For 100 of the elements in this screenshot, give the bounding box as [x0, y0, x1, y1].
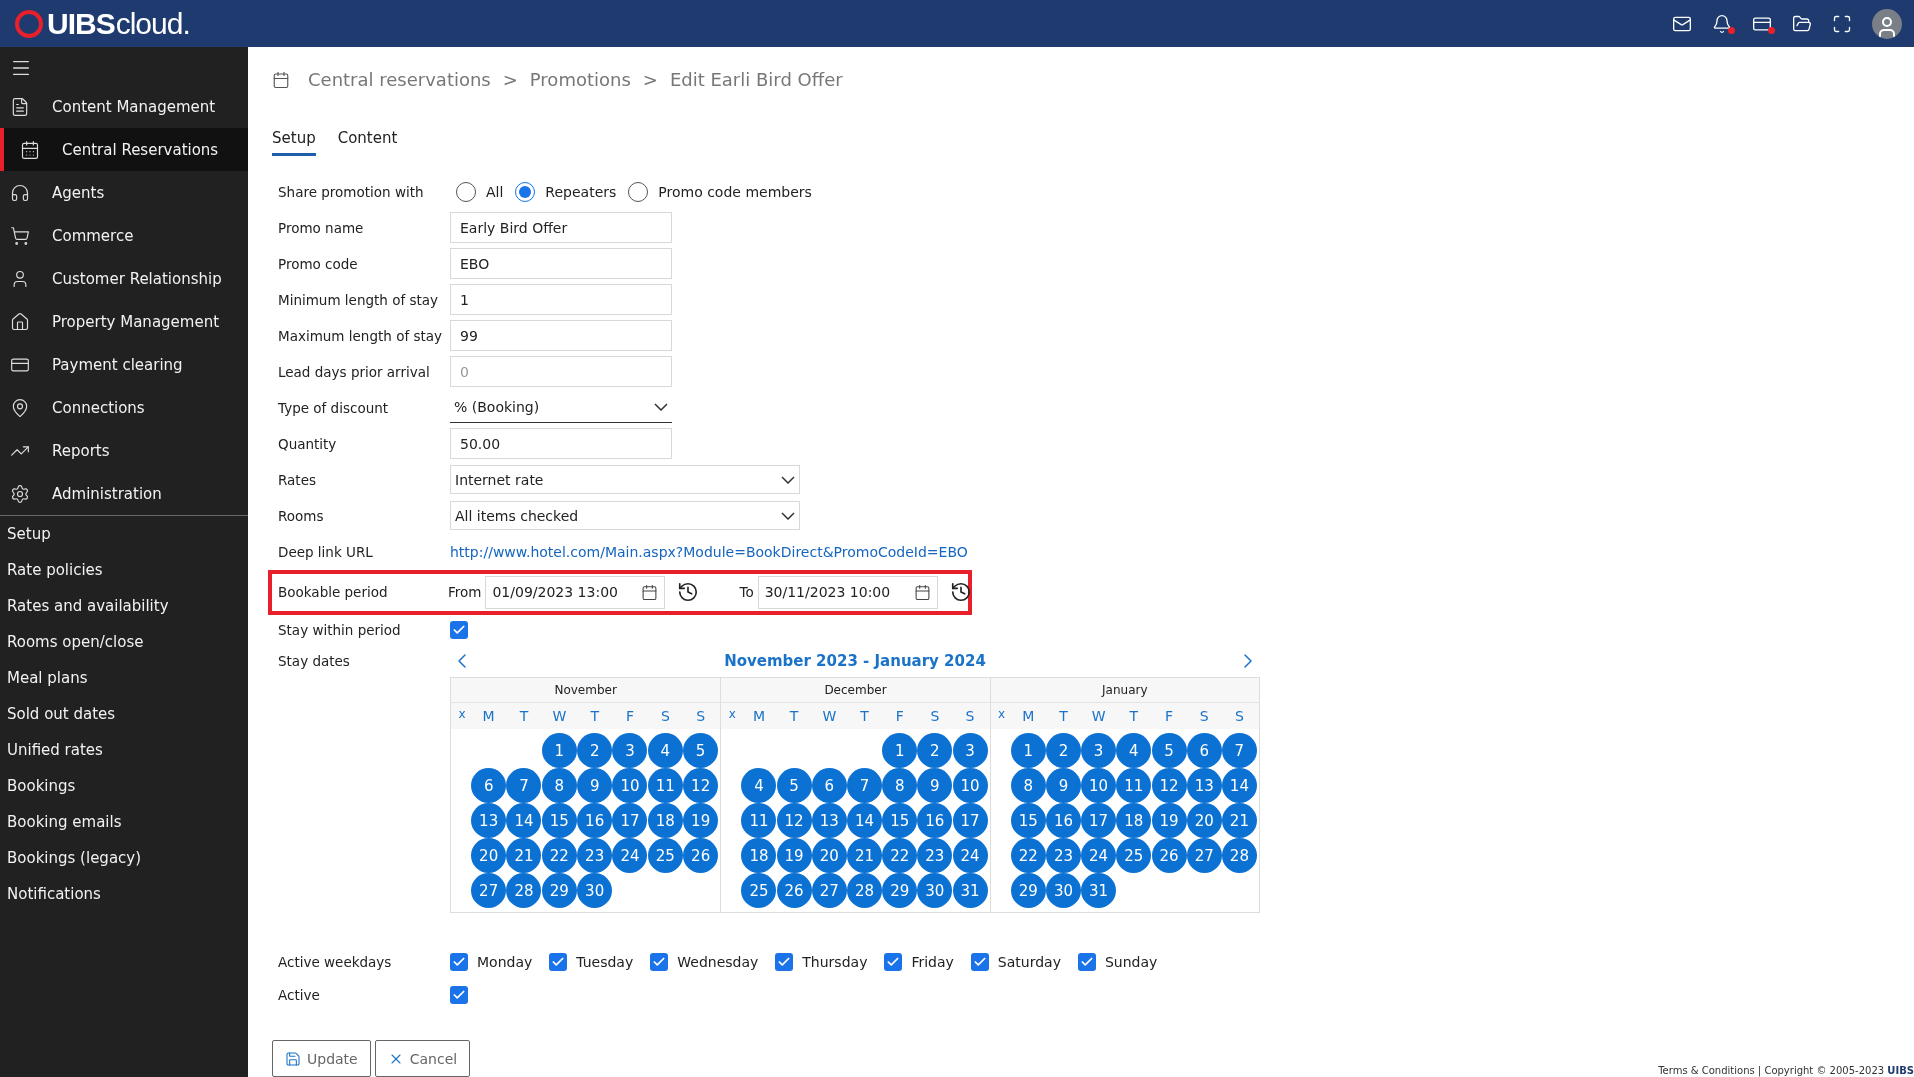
calendar-day[interactable]: 14 [506, 803, 542, 839]
sidebar-item[interactable]: Administration [0, 472, 248, 515]
submenu-item[interactable]: Rates and availability [0, 588, 248, 624]
calendar-day[interactable]: 8 [1010, 768, 1046, 804]
sidebar-item[interactable]: Central Reservations [0, 128, 248, 171]
calendar-day[interactable]: 16 [917, 803, 953, 839]
checkbox[interactable] [650, 953, 669, 971]
calendar-day[interactable]: 11 [741, 803, 777, 839]
calendar-day[interactable]: 28 [847, 873, 882, 909]
tab[interactable]: Content [337, 128, 398, 156]
calendar-day[interactable]: 2 [577, 733, 613, 769]
deep-link[interactable]: http://www.hotel.com/Main.aspx?Module=BookDirect&PromoCodeId=EBO [450, 543, 968, 560]
submenu-item[interactable]: Notifications [0, 876, 248, 912]
calendar-day[interactable]: 21 [847, 838, 882, 874]
folder-icon[interactable] [1792, 13, 1812, 34]
text-field[interactable]: 99 [450, 320, 672, 352]
checkbox[interactable] [775, 953, 794, 971]
calendar-day[interactable]: 19 [776, 838, 812, 874]
calendar-day[interactable]: 12 [1151, 768, 1187, 804]
submenu-item[interactable]: Booking emails [0, 804, 248, 840]
calendar-day[interactable]: 9 [577, 768, 613, 804]
sidebar-item[interactable]: Customer Relationship [0, 257, 248, 300]
calendar-day[interactable]: 29 [541, 873, 577, 909]
dropdown[interactable]: Internet rate [450, 465, 800, 495]
avatar[interactable] [1872, 8, 1902, 39]
calendar-day[interactable]: 23 [1045, 838, 1081, 874]
dropdown[interactable]: % (Booking) [450, 392, 672, 424]
calendar-day[interactable]: 15 [541, 803, 577, 839]
calendar-day[interactable]: 22 [882, 838, 918, 874]
calendar-day[interactable]: 4 [647, 733, 683, 769]
checkbox[interactable] [450, 620, 468, 639]
calendar-day[interactable]: 5 [1151, 733, 1187, 769]
submenu-item[interactable]: Unified rates [0, 732, 248, 768]
calendar-day[interactable]: 16 [1045, 803, 1081, 839]
calendar-day[interactable]: 6 [811, 768, 847, 804]
sidebar-item[interactable]: Payment clearing [0, 343, 248, 386]
calendar-day[interactable]: 12 [776, 803, 812, 839]
calendar-day[interactable]: 21 [506, 838, 542, 874]
submenu-item[interactable]: Rooms open/close [0, 624, 248, 660]
checkbox[interactable] [884, 953, 903, 971]
calendar-day[interactable]: 19 [1151, 803, 1187, 839]
calendar-day[interactable]: 25 [1116, 838, 1152, 874]
calendar-day[interactable]: 22 [541, 838, 577, 874]
calendar-day[interactable]: 10 [612, 768, 648, 804]
calendar-day[interactable]: 25 [647, 838, 683, 874]
text-field[interactable]: Early Bird Offer [450, 212, 672, 244]
calendar-icon[interactable] [913, 583, 931, 601]
calendar-day[interactable]: 4 [741, 768, 777, 804]
dropdown[interactable]: All items checked [450, 501, 800, 531]
calendar-day[interactable]: 7 [847, 768, 882, 804]
calendar-day[interactable]: 10 [1081, 768, 1117, 804]
calendar-day[interactable]: 9 [917, 768, 953, 804]
expand-icon[interactable] [1832, 13, 1852, 34]
sidebar-item[interactable]: Reports [0, 429, 248, 472]
checkbox[interactable] [1077, 953, 1096, 971]
calendar-day[interactable]: 24 [1081, 838, 1117, 874]
calendar-day[interactable]: 15 [1010, 803, 1046, 839]
calendar-day[interactable]: 2 [1045, 733, 1081, 769]
calendar-day[interactable]: 27 [471, 873, 507, 909]
submenu-item[interactable]: Bookings (legacy) [0, 840, 248, 876]
calendar-day[interactable]: 11 [1116, 768, 1152, 804]
checkbox[interactable] [450, 985, 468, 1004]
calendar-day[interactable]: 14 [847, 803, 882, 839]
calendar-day[interactable]: 13 [471, 803, 507, 839]
sidebar-item[interactable]: Commerce [0, 214, 248, 257]
calendar-day[interactable]: 3 [1081, 733, 1117, 769]
checkbox[interactable] [970, 953, 989, 971]
calendar-day[interactable]: 14 [1221, 768, 1257, 804]
calendar-day[interactable]: 1 [882, 733, 918, 769]
sidebar-item[interactable]: Agents [0, 171, 248, 214]
calendar-day[interactable]: 21 [1221, 803, 1257, 839]
calendar-icon[interactable] [641, 583, 659, 601]
calendar-day[interactable]: 7 [1221, 733, 1257, 769]
calendar-day[interactable]: 31 [1081, 873, 1117, 909]
calendar-day[interactable]: 8 [541, 768, 577, 804]
calendar-day[interactable]: 29 [882, 873, 918, 909]
calendar-day[interactable]: 9 [1045, 768, 1081, 804]
calendar-day[interactable]: 20 [811, 838, 847, 874]
date-field[interactable]: 01/09/2023 13:00 [485, 575, 666, 609]
history-icon[interactable] [949, 581, 972, 604]
calendar-day[interactable]: 3 [952, 733, 988, 769]
calendar-day[interactable]: 30 [917, 873, 953, 909]
calendar-day[interactable]: 7 [506, 768, 542, 804]
sidebar-item[interactable]: Connections [0, 386, 248, 429]
calendar-day[interactable]: 8 [882, 768, 918, 804]
calendar-day[interactable]: 19 [683, 803, 719, 839]
calendar-day[interactable]: 5 [776, 768, 812, 804]
submenu-item[interactable]: Setup [0, 516, 248, 552]
update-button[interactable]: Update [272, 1040, 371, 1077]
calendar-day[interactable]: 5 [683, 733, 719, 769]
calendar-day[interactable]: 26 [1151, 838, 1187, 874]
checkbox[interactable] [450, 953, 468, 971]
text-field[interactable]: EBO [450, 248, 672, 280]
calendar-day[interactable]: 2 [917, 733, 953, 769]
calendar-day[interactable]: 4 [1116, 733, 1152, 769]
calendar-day[interactable]: 27 [1186, 838, 1222, 874]
cancel-button[interactable]: Cancel [374, 1040, 471, 1077]
calendar-day[interactable]: 15 [882, 803, 918, 839]
calendar-day[interactable]: 30 [1045, 873, 1081, 909]
calendar-day[interactable]: 29 [1010, 873, 1046, 909]
